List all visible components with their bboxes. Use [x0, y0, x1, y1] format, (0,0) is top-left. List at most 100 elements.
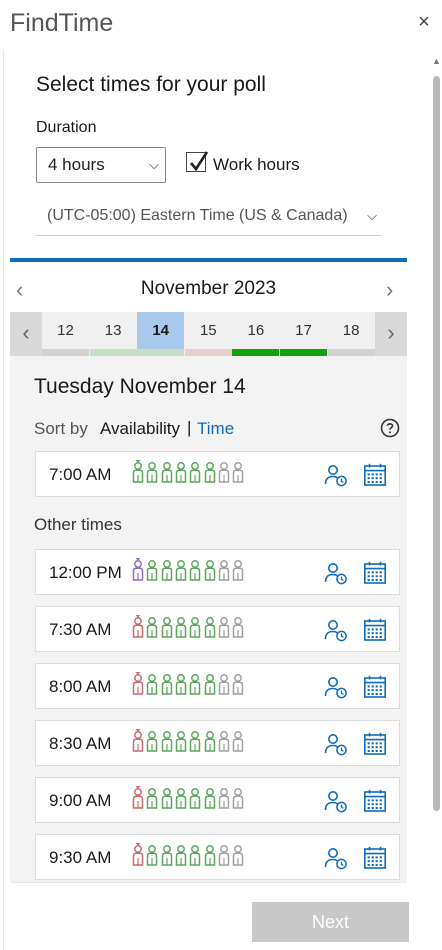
- organizer-icon: [132, 729, 144, 752]
- day-14[interactable]: 14: [137, 312, 185, 356]
- organizer-icon: [132, 615, 144, 638]
- calendar-icon[interactable]: [363, 618, 387, 642]
- slot-time: 9:30 AM: [49, 848, 112, 867]
- duration-label: Duration: [36, 119, 97, 136]
- attendee-unknown-icon: [218, 731, 230, 752]
- attendee-unknown-icon: [218, 560, 230, 581]
- calendar-icon[interactable]: [363, 675, 387, 699]
- slot-time: 7:00 AM: [49, 465, 112, 484]
- attendee-free-icon: [175, 845, 187, 866]
- day-number: 18: [342, 322, 360, 339]
- time-slot-row[interactable]: 8:00 AM: [35, 663, 400, 709]
- attendee-free-icon: [204, 674, 215, 695]
- attendee-unknown-icon: [232, 845, 244, 866]
- slot-time: 7:30 AM: [49, 620, 112, 639]
- slot-time: 9:00 AM: [49, 791, 112, 810]
- attendee-schedule-icon[interactable]: [324, 675, 348, 699]
- day-13[interactable]: 13: [89, 312, 137, 356]
- time-slot-row[interactable]: 7:00 AM: [35, 451, 400, 497]
- slot-time: 8:00 AM: [49, 677, 112, 696]
- attendee-free-icon: [175, 674, 187, 695]
- scroll-up-icon[interactable]: ▲: [432, 56, 441, 66]
- attendee-free-icon: [175, 462, 187, 483]
- time-slot-row[interactable]: 12:00 PM: [35, 549, 400, 595]
- attendee-schedule-icon[interactable]: [324, 618, 348, 642]
- next-week-icon[interactable]: ›: [375, 312, 407, 356]
- time-slot-row[interactable]: 7:30 AM: [35, 606, 400, 652]
- day-number: 13: [104, 322, 122, 339]
- work-hours-label[interactable]: Work hours: [213, 155, 300, 175]
- time-slot-row[interactable]: 8:30 AM: [35, 720, 400, 766]
- attendee-schedule-icon[interactable]: [324, 846, 348, 870]
- attendee-schedule-icon[interactable]: [324, 561, 348, 585]
- availability-bar: [89, 349, 137, 356]
- sort-by-label: Sort by: [34, 419, 88, 438]
- attendee-schedule-icon[interactable]: [324, 732, 348, 756]
- day-17[interactable]: 17: [280, 312, 327, 356]
- next-month-icon[interactable]: ›: [386, 277, 393, 303]
- calendar-icon[interactable]: [363, 561, 387, 585]
- day-16[interactable]: 16: [232, 312, 280, 356]
- calendar-icon[interactable]: [363, 732, 387, 756]
- organizer-icon: [132, 786, 144, 809]
- checkmark-icon: [190, 151, 209, 172]
- organizer-icon: [132, 558, 144, 581]
- attendee-unknown-icon: [218, 788, 230, 809]
- left-divider: [3, 50, 4, 950]
- footer-divider: [10, 882, 407, 883]
- time-slot-row[interactable]: 9:30 AM: [35, 834, 400, 880]
- calendar-icon[interactable]: [363, 463, 387, 487]
- attendee-free-icon: [175, 731, 187, 752]
- scrollbar-thumb[interactable]: [433, 76, 440, 811]
- next-button[interactable]: Next: [252, 902, 409, 942]
- timezone-select[interactable]: (UTC-05:00) Eastern Time (US & Canada) ⌵: [36, 200, 381, 236]
- scrollbar[interactable]: ▲: [430, 56, 442, 948]
- day-number: 12: [57, 322, 74, 339]
- previous-month-icon[interactable]: ‹: [16, 277, 23, 303]
- attendee-free-icon: [161, 560, 172, 581]
- attendee-unknown-icon: [232, 788, 244, 809]
- availability-bar: [42, 349, 89, 356]
- day-number: 14: [152, 322, 170, 339]
- duration-select[interactable]: 4 hours ⌵: [36, 147, 166, 183]
- attendee-unknown-icon: [218, 462, 230, 483]
- date-heading: Tuesday November 14: [34, 375, 246, 398]
- attendee-schedule-icon[interactable]: [324, 463, 348, 487]
- availability-bar: [232, 349, 280, 356]
- sort-time-link[interactable]: Time: [197, 419, 234, 439]
- chevron-down-icon: ⌵: [149, 157, 159, 172]
- calendar-icon[interactable]: [363, 789, 387, 813]
- attendee-free-icon: [189, 731, 201, 752]
- attendee-unknown-icon: [218, 674, 230, 695]
- calendar-icon[interactable]: [363, 846, 387, 870]
- previous-week-icon[interactable]: ‹: [10, 312, 42, 356]
- attendee-free-icon: [147, 674, 158, 695]
- attendee-free-icon: [175, 560, 187, 581]
- attendee-free-icon: [204, 845, 215, 866]
- attendee-free-icon: [161, 731, 172, 752]
- chevron-down-icon: ⌵: [367, 208, 377, 223]
- time-slot-row[interactable]: 9:00 AM: [35, 777, 400, 823]
- day-18[interactable]: 18: [327, 312, 375, 356]
- attendee-free-icon: [147, 845, 158, 866]
- attendee-free-icon: [161, 674, 172, 695]
- attendee-unknown-icon: [232, 617, 244, 638]
- availability-bar: [137, 349, 185, 356]
- other-times-label: Other times: [34, 515, 122, 534]
- attendee-free-icon: [147, 731, 158, 752]
- attendee-free-icon: [189, 845, 201, 866]
- close-icon[interactable]: ×: [414, 12, 434, 32]
- attendee-free-icon: [147, 617, 158, 638]
- attendee-unknown-icon: [232, 560, 244, 581]
- availability-bar: [327, 349, 375, 356]
- day-15[interactable]: 15: [184, 312, 232, 356]
- work-hours-checkbox[interactable]: [186, 151, 209, 172]
- attendee-free-icon: [204, 560, 215, 581]
- attendee-unknown-icon: [218, 617, 230, 638]
- day-number: 16: [247, 322, 265, 339]
- day-12[interactable]: 12: [42, 312, 89, 356]
- attendee-schedule-icon[interactable]: [324, 789, 348, 813]
- sort-availability[interactable]: Availability: [100, 419, 180, 439]
- help-icon[interactable]: [380, 418, 400, 438]
- day-strip: ‹ 12 13 14 15 16 17 18 ›: [10, 312, 407, 356]
